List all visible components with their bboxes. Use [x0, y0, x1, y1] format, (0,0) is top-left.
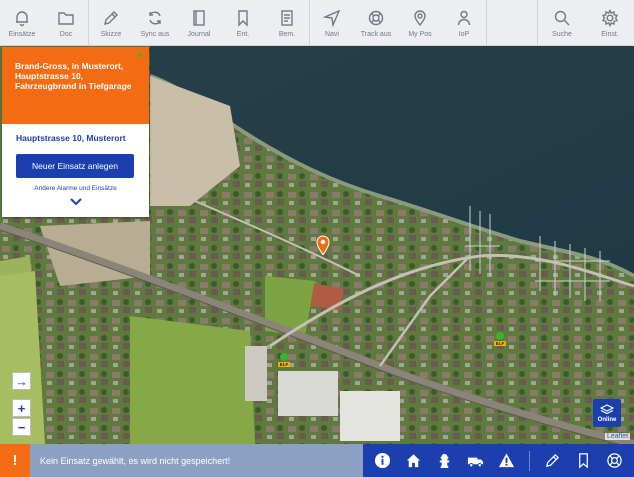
location-pin-icon: [414, 10, 426, 27]
sketch-button[interactable]: [543, 452, 561, 470]
ent-button[interactable]: Ent.: [221, 0, 265, 46]
bem-button[interactable]: Bem.: [265, 0, 309, 46]
skizze-button[interactable]: Skizze: [89, 0, 133, 46]
vehicle-label: ELF: [278, 362, 290, 367]
info-icon: [374, 452, 391, 469]
suche-label: Suche: [552, 31, 572, 38]
suche-button[interactable]: Suche: [538, 0, 586, 46]
navi-label: Navi: [324, 31, 339, 38]
incident-address: Hauptstrasse 10, Musterort: [16, 133, 126, 143]
note-icon: [281, 10, 293, 26]
layers-label: Online: [597, 416, 617, 423]
doc-button[interactable]: Doc: [44, 0, 88, 46]
warning-indicator: !: [0, 444, 30, 477]
sync-icon: [149, 11, 161, 25]
fire-hydrant-icon: [440, 453, 450, 469]
ent-label: Ent.: [236, 31, 250, 38]
mypos-label: My Pos: [408, 31, 432, 38]
doc-label: Doc: [59, 31, 73, 38]
vehicle-marker[interactable]: ELF: [278, 353, 290, 371]
einst-label: Einst.: [601, 31, 619, 38]
incident-marker[interactable]: [316, 235, 330, 255]
vehicle-marker[interactable]: ELF: [494, 332, 506, 350]
expand-button[interactable]: [2, 193, 149, 211]
journal-icon: [193, 10, 205, 26]
layers-icon: [600, 403, 614, 414]
lifebuoy-icon: [607, 453, 622, 468]
status-bar: ! Kein Einsatz gewählt, es wird nicht ge…: [0, 444, 634, 477]
locate-button[interactable]: →: [12, 372, 31, 390]
sync-button[interactable]: Sync aus: [133, 0, 177, 46]
track-label: Track aus: [360, 31, 392, 38]
track-button[interactable]: Track aus: [354, 0, 398, 46]
journal-button[interactable]: Journal: [177, 0, 221, 46]
truck-icon: [468, 457, 484, 468]
bookmark-button[interactable]: [574, 452, 592, 470]
zoom-out-button[interactable]: −: [12, 418, 31, 436]
vehicle-status-dot: [280, 353, 288, 361]
lifebuoy-icon: [368, 10, 384, 26]
incident-panel: ✕ Brand-Gross, in Musterort, Hauptstrass…: [2, 47, 149, 217]
vehicle-status-dot: [496, 332, 504, 340]
navi-button[interactable]: Navi: [310, 0, 354, 46]
einsaetze-label: Einsätze: [8, 31, 36, 38]
incident-title: Brand-Gross, in Musterort, Hauptstrasse …: [15, 61, 132, 91]
incident-panel-header: ✕ Brand-Gross, in Musterort, Hauptstrass…: [2, 47, 149, 124]
status-message: Kein Einsatz gewählt, es wird nicht gesp…: [30, 444, 363, 477]
pencil-icon: [545, 453, 559, 468]
chevron-down-icon: [69, 198, 82, 206]
iop-label: IoP: [458, 31, 470, 38]
tracking-button[interactable]: [605, 452, 623, 470]
sync-label: Sync aus: [140, 31, 170, 38]
map-attribution[interactable]: Leaflet: [605, 433, 631, 440]
bookmark-icon: [578, 453, 588, 469]
home-icon: [407, 454, 421, 468]
app-window: Einsätze Doc Skizze Sync aus Journal Ent…: [0, 0, 634, 477]
layers-button[interactable]: Online: [593, 399, 621, 427]
pencil-icon: [104, 11, 118, 25]
iop-button[interactable]: IoP: [442, 0, 486, 46]
bem-label: Bem.: [278, 31, 296, 38]
search-icon: [554, 10, 570, 26]
close-icon[interactable]: ✕: [135, 50, 144, 61]
einst-button[interactable]: Einst.: [586, 0, 634, 46]
vehicle-label: ELF: [494, 341, 506, 346]
folder-icon: [58, 12, 74, 25]
zoom-in-button[interactable]: +: [12, 399, 31, 417]
navigation-icon: [322, 9, 341, 28]
person-icon: [457, 10, 471, 26]
bottom-actions: [363, 444, 634, 477]
bell-icon: [16, 11, 28, 27]
hydrant-button[interactable]: [436, 452, 454, 470]
bottom-divider: [529, 450, 531, 471]
home-button[interactable]: [405, 452, 423, 470]
other-alarms-link[interactable]: Andere Alarme und Einsätze: [2, 185, 149, 192]
einsaetze-button[interactable]: Einsätze: [0, 0, 44, 46]
new-incident-button[interactable]: Neuer Einsatz anlegen: [16, 154, 134, 178]
bookmark-icon: [238, 10, 248, 27]
mypos-button[interactable]: My Pos: [398, 0, 442, 46]
vehicle-button[interactable]: [467, 452, 485, 470]
info-button[interactable]: [374, 452, 392, 470]
danger-button[interactable]: [498, 452, 516, 470]
gear-icon: [601, 8, 619, 28]
top-toolbar: Einsätze Doc Skizze Sync aus Journal Ent…: [0, 0, 634, 46]
warning-icon: [499, 453, 515, 468]
skizze-label: Skizze: [100, 31, 122, 38]
journal-label: Journal: [187, 31, 211, 38]
